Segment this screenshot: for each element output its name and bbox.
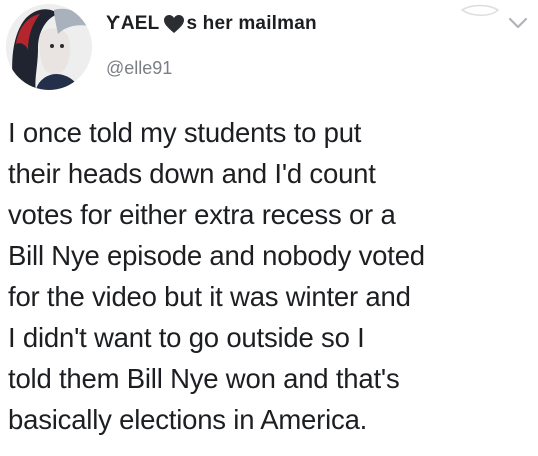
faded-decoration xyxy=(460,4,500,16)
display-name-part1: ƳAEL xyxy=(106,13,160,34)
tweet-body-line: I once told my students to put xyxy=(8,117,362,148)
tweet-body-line: votes for either extra recess or a xyxy=(8,199,396,230)
avatar[interactable] xyxy=(6,4,92,90)
heart-icon xyxy=(163,14,185,34)
user-handle[interactable]: @elle91 xyxy=(106,56,498,80)
tweet-body-line: for the video but it was winter and xyxy=(8,281,411,312)
tweet-body-line: told them Bill Nye won and that's xyxy=(8,363,400,394)
display-name[interactable]: ƳAEL s her mailman xyxy=(106,10,498,38)
display-name-part2: s her mailman xyxy=(186,13,317,34)
tweet-body: I once told my students to put their hea… xyxy=(8,112,532,440)
tweet-body-line: I didn't want to go outside so I xyxy=(8,322,365,353)
tweet-body-line: their heads down and I'd count xyxy=(8,158,376,189)
tweet-body-line: basically elections in America. xyxy=(8,404,368,435)
chevron-down-icon[interactable] xyxy=(508,16,528,30)
tweet-body-line: Bill Nye episode and nobody voted xyxy=(8,240,425,271)
tweet-header: ƳAEL s her mailman @elle91 xyxy=(106,10,498,80)
tweet-card: ƳAEL s her mailman @elle91 I once told m… xyxy=(0,0,538,456)
